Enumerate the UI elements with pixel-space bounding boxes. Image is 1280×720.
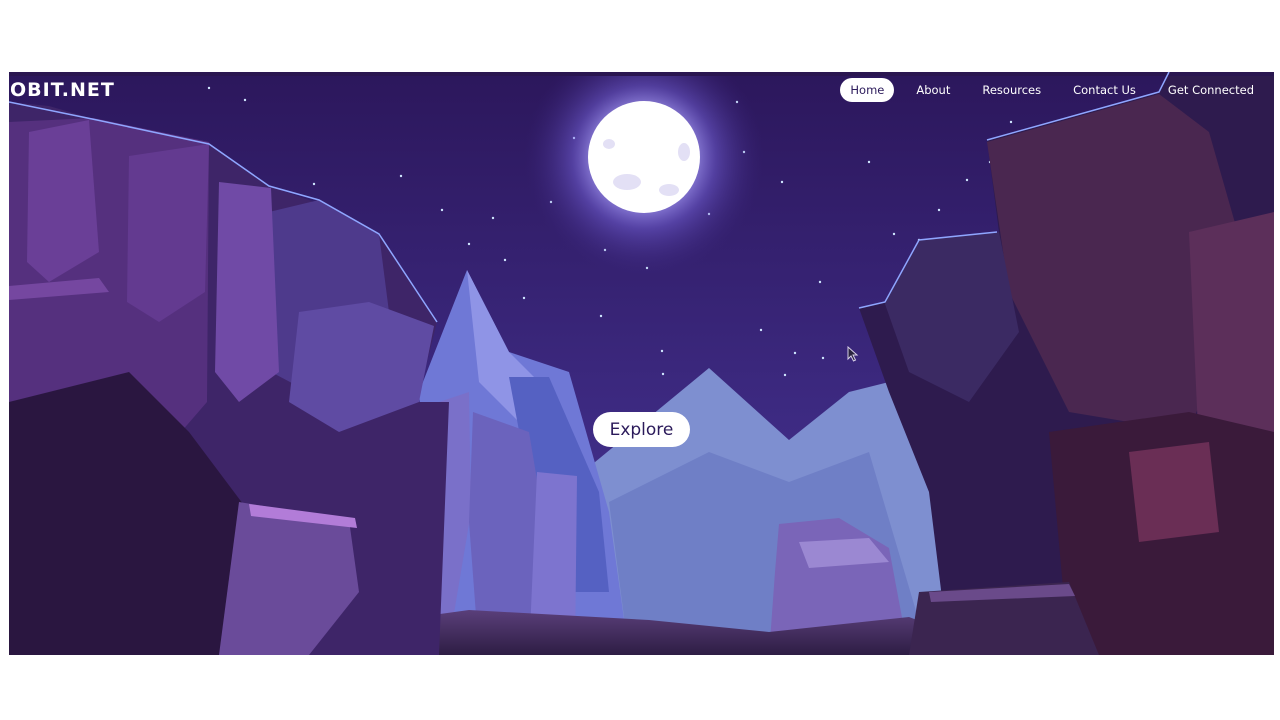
explore-button[interactable]: Explore (593, 412, 690, 447)
top-navigation-bar: OBIT.NET Home About Resources Contact Us… (9, 72, 1274, 106)
nav-home[interactable]: Home (840, 78, 895, 102)
nav-get-connected[interactable]: Get Connected (1158, 78, 1264, 102)
nav-resources[interactable]: Resources (972, 78, 1051, 102)
mouse-pointer-icon (847, 346, 859, 362)
hero-section: OBIT.NET Home About Resources Contact Us… (9, 72, 1274, 655)
brand-logo[interactable]: OBIT.NET (10, 79, 115, 101)
nav-contact-us[interactable]: Contact Us (1063, 78, 1146, 102)
hero-background-illustration (9, 72, 1274, 655)
main-nav: Home About Resources Contact Us Get Conn… (828, 78, 1264, 102)
nav-about[interactable]: About (906, 78, 960, 102)
